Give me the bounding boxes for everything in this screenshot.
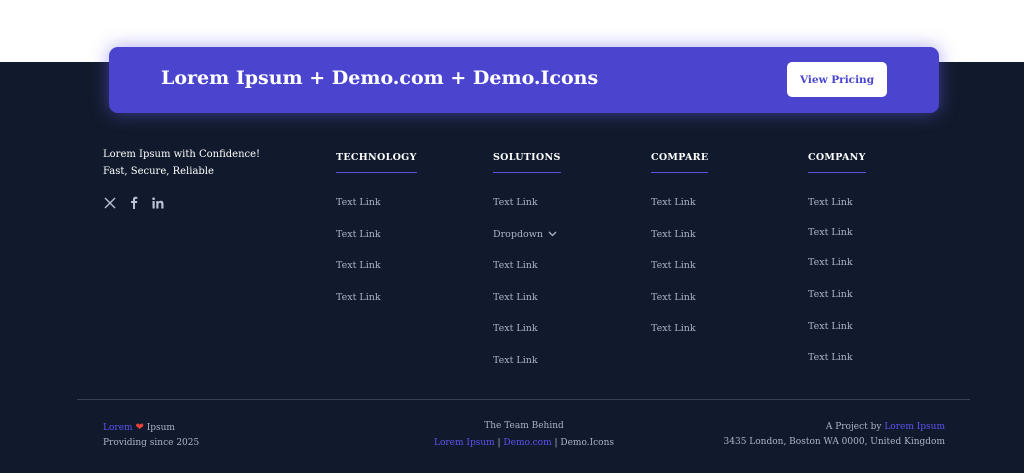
column-heading: COMPANY (808, 152, 866, 173)
social-links (103, 196, 164, 209)
credit-link-lorem-ipsum[interactable]: Lorem Ipsum (434, 438, 495, 448)
footer-project-info: A Project by Lorem Ipsum 3435 London, Bo… (724, 420, 945, 450)
footer-bottom-brand: Lorem ❤ Ipsum Providing since 2025 (103, 420, 199, 451)
footer-link[interactable]: Text Link (651, 229, 696, 240)
credit-link-demo-com[interactable]: Demo.com (503, 438, 551, 448)
footer-link[interactable]: Text Link (651, 292, 696, 303)
heart-icon: ❤ (135, 422, 144, 433)
footer-link[interactable]: Text Link (808, 197, 853, 208)
linkedin-icon[interactable] (151, 196, 164, 209)
cta-title: Lorem Ipsum + Demo.com + Demo.Icons (161, 67, 599, 89)
footer-credits: The Team Behind Lorem Ipsum | Demo.com |… (424, 418, 624, 452)
footer-link[interactable]: Text Link (651, 197, 696, 208)
footer-divider (77, 399, 970, 400)
footer-column-technology: TECHNOLOGY Text Link Text Link Text Link… (336, 145, 417, 303)
footer-address: 3435 London, Boston WA 0000, United King… (723, 437, 945, 447)
brand-name-part-1[interactable]: Lorem (103, 423, 133, 433)
footer-link[interactable]: Text Link (808, 289, 853, 300)
column-heading: TECHNOLOGY (336, 152, 417, 173)
team-behind-label: The Team Behind (484, 421, 564, 431)
footer-column-solutions: SOLUTIONS Text Link Dropdown Text Link T… (493, 145, 561, 366)
chevron-down-icon (548, 229, 557, 240)
footer-link[interactable]: Text Link (493, 323, 538, 334)
footer-link[interactable]: Text Link (493, 292, 538, 303)
footer-link[interactable]: Text Link (651, 323, 696, 334)
column-heading: COMPARE (651, 152, 709, 173)
dropdown-label: Dropdown (493, 229, 544, 240)
footer-link[interactable]: Text Link (336, 197, 381, 208)
footer-link[interactable]: Text Link (493, 197, 538, 208)
footer-column-compare: COMPARE Text Link Text Link Text Link Te… (651, 145, 709, 334)
providing-since: Providing since 2025 (103, 438, 200, 448)
column-heading: SOLUTIONS (493, 152, 561, 173)
facebook-icon[interactable] (127, 196, 140, 209)
footer-dropdown[interactable]: Dropdown (493, 229, 557, 240)
footer-brand: Lorem Ipsum with Confidence! Fast, Secur… (103, 146, 260, 180)
x-icon[interactable] (103, 196, 116, 209)
cta-banner: Lorem Ipsum + Demo.com + Demo.Icons View… (109, 47, 939, 113)
footer-link[interactable]: Text Link (336, 260, 381, 271)
project-by-label: A Project by (825, 422, 885, 432)
project-link[interactable]: Lorem Ipsum (884, 422, 945, 432)
view-pricing-button[interactable]: View Pricing (787, 62, 887, 97)
footer-link[interactable]: Text Link (808, 257, 853, 268)
footer-link[interactable]: Text Link (808, 227, 853, 238)
brand-subtagline: Fast, Secure, Reliable (103, 166, 214, 177)
footer-link[interactable]: Text Link (651, 260, 696, 271)
footer-link[interactable]: Text Link (493, 355, 538, 366)
credit-demo-icons: Demo.Icons (560, 438, 615, 448)
footer-column-company: COMPANY Text Link Text Link Text Link Te… (808, 145, 866, 363)
footer-link[interactable]: Text Link (336, 229, 381, 240)
footer-link[interactable]: Text Link (336, 292, 381, 303)
brand-name-part-2: Ipsum (146, 423, 175, 433)
footer-link[interactable]: Text Link (808, 352, 853, 363)
footer-link[interactable]: Text Link (493, 260, 538, 271)
brand-tagline: Lorem Ipsum with Confidence! (103, 149, 261, 160)
footer-link[interactable]: Text Link (808, 321, 853, 332)
